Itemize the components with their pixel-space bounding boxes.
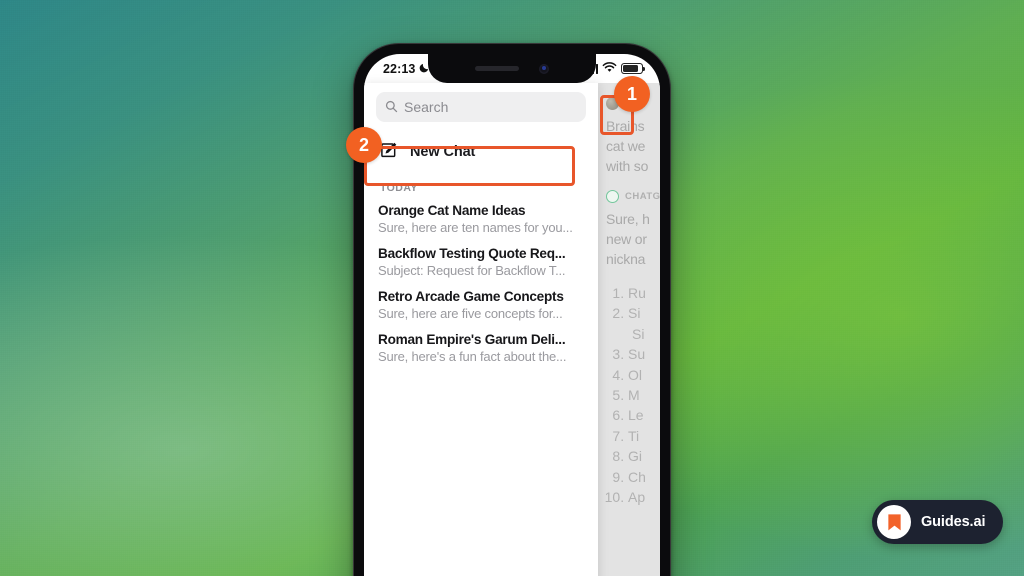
list-item-continuation: Si [632, 325, 645, 342]
message-line: nickna [606, 251, 646, 267]
guides-ai-watermark: Guides.ai [872, 500, 1004, 544]
message-line: with so [606, 158, 649, 174]
list-item-text: Ap [628, 489, 646, 506]
search-container: Search [364, 83, 598, 128]
list-item: Le [628, 405, 660, 425]
front-camera-icon [539, 63, 549, 74]
phone-notch [428, 54, 596, 83]
search-icon [385, 100, 398, 115]
list-item-text: Ru [628, 285, 646, 301]
compose-icon [380, 140, 399, 164]
chat-preview: Sure, here are five concepts for... [378, 306, 563, 321]
list-item: Ch [628, 467, 660, 487]
watermark-label: Guides.ai [921, 514, 986, 530]
search-placeholder-text: Search [404, 99, 449, 115]
message-line: cat we [606, 138, 646, 154]
chat-sidebar: Search New Chat TODAY Orange Cat Name Id… [364, 83, 598, 576]
wifi-icon [602, 60, 617, 78]
chat-title: Backflow Testing Quote Req... [378, 246, 566, 261]
list-item: Gi [628, 446, 660, 466]
conversation-panel: NO Brains cat we with so CHATGP Sure, h … [598, 83, 660, 576]
list-item: Ru [628, 283, 660, 303]
phone-screen: NO Brains cat we with so CHATGP Sure, h … [364, 54, 660, 576]
phone-mockup: NO Brains cat we with so CHATGP Sure, h … [353, 43, 671, 576]
list-item: Su [628, 344, 660, 364]
search-input[interactable]: Search [376, 92, 586, 122]
list-item-text: Su [628, 346, 646, 363]
speaker-slot-icon [475, 66, 519, 71]
status-bar-left: 22:13 [383, 62, 430, 76]
new-chat-label: New Chat [410, 144, 476, 160]
message-header-assistant: CHATGP [606, 190, 660, 203]
message-line: Brains [606, 118, 645, 134]
message-author-name: CHATGP [625, 191, 660, 202]
chatgpt-avatar-icon [606, 190, 619, 203]
message-body-user: Brains cat we with so [606, 116, 660, 176]
list-item-text: M [628, 387, 640, 404]
new-chat-button[interactable]: New Chat [374, 134, 588, 170]
list-item-text: Ch [628, 468, 646, 485]
list-item-text: Gi [628, 448, 642, 465]
list-item-text: Ol [628, 366, 642, 383]
step-badge-1: 1 [614, 76, 650, 112]
message-body-assistant: Sure, h new or nickna [606, 209, 660, 269]
chat-title: Orange Cat Name Ideas [378, 203, 526, 218]
screenshot-canvas: NO Brains cat we with so CHATGP Sure, h … [0, 0, 1024, 576]
battery-icon [621, 63, 646, 74]
chat-title: Roman Empire's Garum Deli... [378, 332, 566, 347]
list-item-text: Le [628, 407, 644, 424]
chat-preview: Subject: Request for Backflow T... [378, 263, 566, 278]
list-item: Ap [628, 487, 660, 507]
assistant-numbered-list: Ru Si Si Su Ol M Le Ti Gi Ch Ap [606, 283, 660, 507]
list-item[interactable]: Orange Cat Name Ideas Sure, here are ten… [378, 198, 584, 241]
list-item: Si Si [628, 303, 660, 344]
list-item-text: Ti [628, 427, 640, 444]
status-time: 22:13 [383, 61, 416, 76]
section-header-today: TODAY [380, 182, 418, 194]
list-item: Ol [628, 365, 660, 385]
list-item[interactable]: Retro Arcade Game Concepts Sure, here ar… [378, 284, 584, 327]
list-item: M [628, 385, 660, 405]
message-line: Sure, h [606, 211, 650, 227]
list-item[interactable]: Roman Empire's Garum Deli... Sure, here'… [378, 327, 584, 370]
step-badge-2: 2 [346, 127, 382, 163]
chat-history-list: Orange Cat Name Ideas Sure, here are ten… [364, 198, 598, 370]
message-line: new or [606, 231, 647, 247]
chat-preview: Sure, here are ten names for you... [378, 220, 573, 235]
bookmark-icon [877, 505, 911, 539]
chat-title: Retro Arcade Game Concepts [378, 289, 564, 304]
chat-preview: Sure, here's a fun fact about the... [378, 349, 567, 364]
list-item: Ti [628, 426, 660, 446]
list-item-text: Si [628, 305, 641, 322]
list-item[interactable]: Backflow Testing Quote Req... Subject: R… [378, 241, 584, 284]
